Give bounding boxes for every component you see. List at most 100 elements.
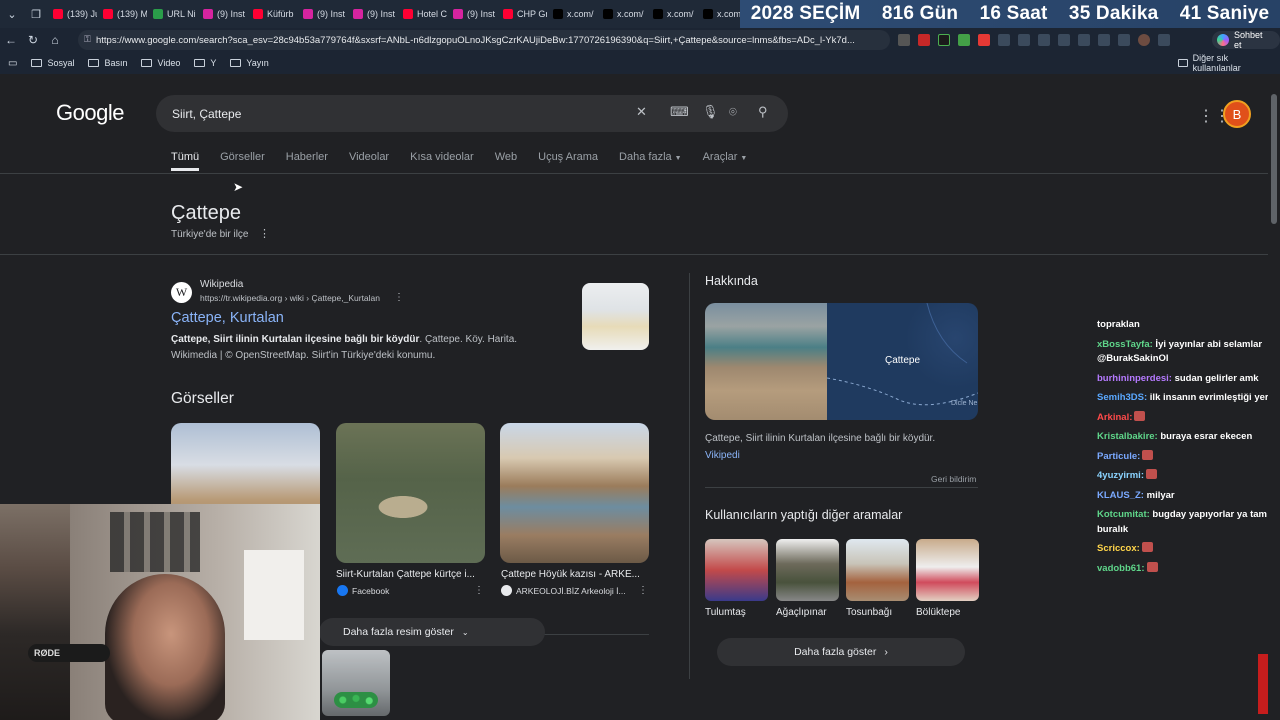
related-search-label[interactable]: Tulumtaş	[705, 607, 746, 618]
extension-icon[interactable]	[978, 34, 990, 46]
account-avatar[interactable]: B	[1223, 100, 1251, 128]
tab-favicon-icon	[453, 9, 463, 19]
show-more-button[interactable]: Daha fazla göster ›	[717, 638, 965, 666]
browser-tab[interactable]: Küfürb	[249, 3, 297, 25]
tab-list-chevron-icon[interactable]: ⌄	[0, 0, 24, 28]
image-source[interactable]: Facebook	[337, 585, 389, 596]
browser-tab[interactable]: x.com/	[549, 3, 597, 25]
bookmark-folder[interactable]: Video	[141, 58, 180, 68]
image-caption[interactable]: Çattepe Höyük kazısı - ARKE...	[501, 569, 639, 580]
collections-icon[interactable]	[1078, 34, 1090, 46]
result-snippet: Çattepe, Siirt ilinin Kurtalan ilçesine …	[171, 332, 551, 364]
bookmark-folder[interactable]: Y	[194, 58, 216, 68]
image-menu-icon[interactable]: ⋮	[474, 585, 484, 596]
browser-tab[interactable]: (139) Ju	[49, 3, 97, 25]
image-result-2[interactable]	[336, 423, 485, 563]
settings-icon[interactable]	[1038, 34, 1050, 46]
browser-tab[interactable]: (9) Inst	[299, 3, 347, 25]
related-search-image[interactable]	[776, 539, 839, 601]
scrollbar-thumb[interactable]	[1271, 94, 1277, 224]
home-icon[interactable]: ⌂	[44, 33, 66, 47]
search-tab-label: Tümü	[171, 151, 200, 163]
browser-tab[interactable]: (9) Inst	[349, 3, 397, 25]
address-bar[interactable]: ⚿ https://www.google.com/search?sca_esv=…	[78, 30, 890, 50]
lens-icon[interactable]: ⌾	[729, 104, 737, 120]
extensions-icon[interactable]	[1098, 34, 1110, 46]
image-source-label: Facebook	[352, 585, 390, 596]
extension-icon[interactable]	[918, 34, 930, 46]
related-search-label[interactable]: Ağaçlıpınar	[776, 607, 827, 618]
copilot-chat-button[interactable]: Sohbet et	[1212, 30, 1280, 50]
image-result-3[interactable]	[500, 423, 649, 563]
browser-tab[interactable]: Hotel C	[399, 3, 447, 25]
result-url[interactable]: https://tr.wikipedia.org › wiki › Çattep…	[200, 293, 380, 303]
image-source[interactable]: ARKEOLOJİ.BİZ Arkeoloji İ...	[501, 585, 626, 596]
more-images-button[interactable]: Daha fazla resim göster ⌄	[319, 618, 545, 646]
google-logo[interactable]: Google	[56, 100, 124, 126]
chat-message: Semih3DS: ilk insanın evrimleştiği yer	[1097, 391, 1272, 406]
microphone-icon[interactable]: 🎙	[702, 104, 719, 120]
related-search-image[interactable]	[846, 539, 909, 601]
reload-icon[interactable]: ↻	[22, 33, 44, 47]
tab-label: x.com/	[617, 9, 644, 19]
browser-tab[interactable]: x.com/	[649, 3, 697, 25]
about-photo[interactable]	[705, 303, 827, 420]
folder-icon	[1178, 59, 1188, 67]
search-tab[interactable]: Görseller	[220, 151, 265, 171]
browser-tab[interactable]: (9) Inst	[199, 3, 247, 25]
result-thumbnail[interactable]	[582, 283, 649, 350]
browser-tab[interactable]: CHP Gr	[499, 3, 547, 25]
chevron-down-icon: ▼	[740, 155, 748, 162]
extension-icon[interactable]	[938, 34, 950, 46]
about-source-link[interactable]: Vikipedi	[705, 450, 740, 461]
result-source[interactable]: Wikipedia	[200, 279, 243, 290]
search-box[interactable]: Siirt, Çattepe ✕ ⌨ 🎙 ⌾ ⚲	[156, 95, 788, 132]
browser-tab[interactable]: URL Ni	[149, 3, 197, 25]
menu-icon[interactable]	[1158, 34, 1170, 46]
tab-label: CHP Gr	[517, 9, 547, 19]
favorites-icon[interactable]	[1058, 34, 1070, 46]
more-icon[interactable]	[1118, 34, 1130, 46]
result-menu-icon[interactable]: ⋮	[394, 292, 404, 303]
search-tab[interactable]: Haberler	[286, 151, 328, 171]
page-scrollbar[interactable]	[1268, 74, 1280, 720]
image-menu-icon[interactable]: ⋮	[638, 585, 648, 596]
bookmark-folder[interactable]: Sosyal	[31, 58, 74, 68]
related-search-label[interactable]: Tosunbağı	[846, 607, 892, 618]
related-search-image[interactable]	[705, 539, 768, 601]
extension-icon[interactable]	[898, 34, 910, 46]
search-tab[interactable]: Kısa videolar	[410, 151, 474, 171]
folder-icon	[31, 59, 43, 67]
search-tab[interactable]: Uçuş Arama	[538, 151, 598, 171]
back-arrow-icon[interactable]: ←	[0, 33, 22, 47]
workspaces-icon[interactable]: ❐	[24, 0, 48, 28]
webcam-frames	[110, 512, 200, 572]
browser-tab[interactable]: (139) M	[99, 3, 147, 25]
site-info-icon[interactable]: ⚿	[84, 34, 91, 45]
search-tab[interactable]: Tümü	[171, 151, 200, 171]
extension-icon[interactable]	[958, 34, 970, 46]
related-search-label[interactable]: Bölüktepe	[916, 607, 960, 618]
clear-icon[interactable]: ✕	[636, 104, 647, 120]
extension-icon[interactable]	[998, 34, 1010, 46]
search-tab[interactable]: Daha fazla ▼	[619, 151, 682, 171]
image-caption[interactable]: Siirt-Kurtalan Çattepe kürtçe i...	[336, 569, 474, 580]
search-tab[interactable]: Videolar	[349, 151, 389, 171]
about-map[interactable]: Çattepe Dicle Ne	[827, 303, 978, 420]
profile-avatar[interactable]	[1138, 34, 1150, 46]
result-title-link[interactable]: Çattepe, Kurtalan	[171, 310, 284, 326]
bookmark-folder[interactable]: Basın	[88, 58, 127, 68]
keyboard-icon[interactable]: ⌨	[670, 104, 689, 120]
search-tab[interactable]: Araçlar ▼	[703, 151, 748, 171]
other-bookmarks-folder[interactable]: Diğer sık kullanılanlar	[1178, 53, 1266, 73]
related-search-image[interactable]	[916, 539, 979, 601]
entity-more-icon[interactable]: ⋮	[259, 227, 270, 240]
split-screen-icon[interactable]	[1018, 34, 1030, 46]
browser-tab[interactable]: x.com/	[599, 3, 647, 25]
bookmark-folder[interactable]: Yayın	[230, 58, 269, 68]
search-icon[interactable]: ⚲	[758, 104, 768, 120]
bookmark-apps-icon[interactable]: ▭	[8, 58, 17, 69]
browser-tab[interactable]: (9) Inst	[449, 3, 497, 25]
search-tab[interactable]: Web	[495, 151, 517, 171]
feedback-link[interactable]: Geri bildirim	[931, 474, 976, 484]
